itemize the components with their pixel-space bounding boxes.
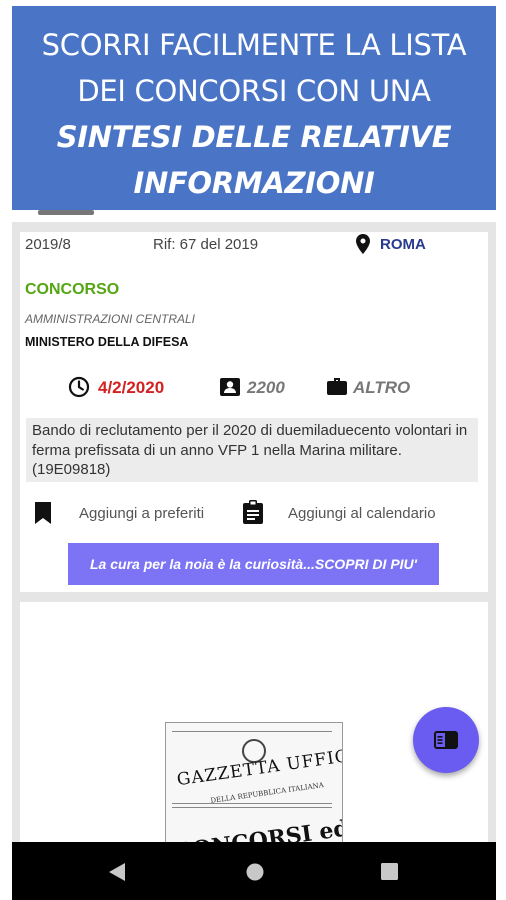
concorso-type: ALTRO: [353, 378, 411, 397]
sidebar-panel-icon: [434, 731, 458, 749]
bookmark-icon[interactable]: [35, 502, 51, 524]
system-navigation-bar: [12, 842, 496, 900]
concorso-admin-type: AMMINISTRAZIONI CENTRALI: [25, 312, 196, 326]
concorso-ref: Rif: 67 del 2019: [153, 236, 259, 253]
clipboard-icon[interactable]: [243, 500, 263, 524]
gazzetta-headline: CONCORSI ed ESAMI: [173, 803, 343, 844]
clock-icon: [68, 376, 90, 398]
partial-icon: [38, 210, 94, 215]
concorso-ministry: MINISTERO DELLA DIFESA: [25, 335, 189, 349]
sidebar-toggle-button[interactable]: [413, 707, 479, 773]
add-to-favorites-button[interactable]: Aggiungi a preferiti: [79, 505, 204, 522]
concorso-deadline: 4/2/2020: [98, 378, 165, 397]
add-to-calendar-button[interactable]: Aggiungi al calendario: [288, 505, 436, 522]
banner-line-3: SINTESI DELLE RELATIVE: [56, 120, 452, 154]
recent-square-icon[interactable]: [381, 863, 398, 880]
banner-line-1: SCORRI FACILMENTE LA LISTA: [41, 28, 467, 62]
promo-button[interactable]: La cura per la noia è la curiosità...SCO…: [68, 543, 439, 585]
back-triangle-icon[interactable]: [109, 863, 125, 881]
home-circle-icon[interactable]: [246, 863, 264, 881]
newspaper-rule: [172, 807, 332, 808]
map-pin-icon: [356, 234, 370, 254]
concorso-category: CONCORSO: [25, 281, 120, 298]
concorso-number: 2019/8: [25, 236, 71, 253]
gazzetta-ufficiale-image: GAZZETTA UFFICIALE DELLA REPUBBLICA ITAL…: [165, 722, 343, 844]
briefcase-icon: [327, 376, 347, 396]
promo-banner: SCORRI FACILMENTE LA LISTA DEI CONCORSI …: [12, 6, 496, 210]
newspaper-rule: [172, 803, 332, 804]
banner-line-2: DEI CONCORSI CON UNA: [77, 74, 431, 108]
banner-line-4: INFORMAZIONI: [133, 166, 375, 200]
concorso-location[interactable]: ROMA: [380, 236, 426, 253]
concorso-description: Bando di reclutamento per il 2020 di due…: [26, 418, 478, 482]
gazzetta-subtitle: DELLA REPUBBLICA ITALIANA: [209, 781, 325, 805]
concorso-positions: 2200: [247, 378, 285, 397]
newspaper-rule: [172, 731, 332, 732]
badge-icon: [220, 378, 240, 396]
